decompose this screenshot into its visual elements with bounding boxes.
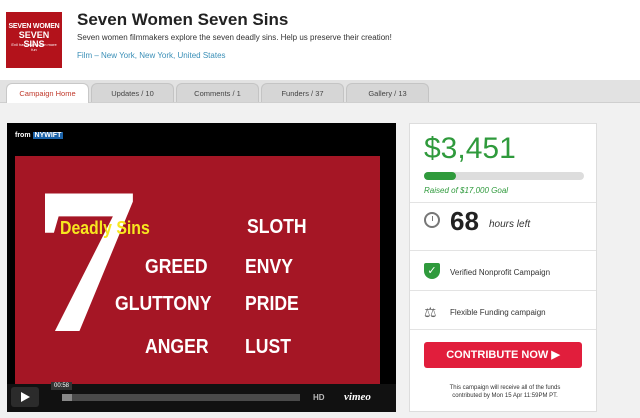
contribute-now-button[interactable]: CONTRIBUTE NOW ▶ [424,342,582,368]
funding-panel: $3,451 Raised of $17,000 Goal 68 hours l… [409,123,597,412]
sin-lust: LUST [245,336,291,358]
funding-progress-bar [424,172,584,180]
player-controls: 00:58 HD vimeo [7,382,396,412]
campaign-logo[interactable]: SEVEN WOMEN SEVEN SINS Evil has never be… [6,12,62,68]
divider [410,202,596,203]
hd-toggle[interactable]: HD [313,393,325,402]
sin-pride: PRIDE [245,293,299,315]
tab-updates[interactable]: Updates / 10 [91,83,174,102]
logo-line-3: Evil has never been more fun [11,42,57,52]
campaign-tabs: Campaign Home Updates / 10 Comments / 1 … [0,80,640,103]
from-org: NYWIFT [32,132,64,139]
hours-left-number: 68 [450,206,479,236]
tab-gallery[interactable]: Gallery / 13 [346,83,429,102]
video-source-badge: from NYWIFT [12,130,66,142]
funding-terms-text: This campaign will receive all of the fu… [449,385,561,399]
video-progress-fill [62,394,72,401]
tab-comments[interactable]: Comments / 1 [176,83,259,102]
sin-gluttony: GLUTTONY [115,293,212,315]
flexible-funding-label: Flexible Funding campaign [450,308,546,317]
tab-campaign-home[interactable]: Campaign Home [6,83,89,103]
amount-raised: $3,451 [424,132,516,165]
sin-sloth: SLOTH [247,216,307,238]
clock-icon [424,212,440,228]
deadly-sins-title: Deadly Sins [60,218,150,238]
scale-icon: ⚖ [424,304,437,320]
sin-envy: ENVY [245,256,293,278]
play-icon [21,392,30,402]
video-progress-bar[interactable] [62,394,300,401]
from-label: from [15,132,31,139]
video-frame[interactable]: 7 Deadly Sins SLOTH GREED ENVY GLUTTONY … [15,156,380,384]
vimeo-logo[interactable]: vimeo [344,391,371,403]
sin-greed: GREED [145,256,208,278]
goal-text: Raised of $17,000 Goal [424,186,509,195]
verified-nonprofit-label: Verified Nonprofit Campaign [450,268,551,277]
funding-progress-fill [424,172,457,180]
current-time: 00:58 [51,382,73,390]
tab-funders[interactable]: Funders / 37 [261,83,344,102]
seven-numeral: 7 [33,145,138,377]
sin-anger: ANGER [145,336,209,358]
shield-check-icon: ✓ [424,263,440,279]
divider [410,329,596,330]
campaign-title: Seven Women Seven Sins [77,10,289,29]
divider [410,250,596,251]
campaign-category-link[interactable]: Film – New York, New York, United States [77,51,226,60]
play-button[interactable] [11,387,39,407]
main-content: from NYWIFT 7 Deadly Sins SLOTH GREED EN… [0,103,640,418]
divider [410,290,596,291]
campaign-subtitle: Seven women filmmakers explore the seven… [77,33,392,42]
video-player[interactable]: from NYWIFT 7 Deadly Sins SLOTH GREED EN… [7,123,396,412]
hours-left-label: hours left [489,219,531,230]
campaign-header: SEVEN WOMEN SEVEN SINS Evil has never be… [0,0,640,80]
